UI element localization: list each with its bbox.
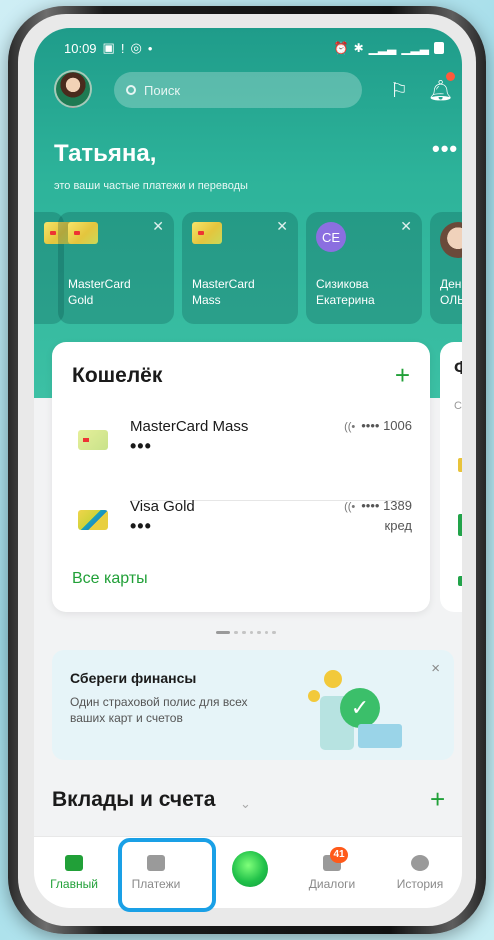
quick-tile-mastercard-gold[interactable]: ✕ MasterCard Gold — [58, 212, 174, 324]
nfc-icon: ((• — [344, 501, 356, 513]
card-number: ((• •••• 1389 — [344, 498, 412, 513]
home-icon — [65, 855, 83, 871]
card-number-text: •••• 1006 — [361, 418, 412, 433]
signal2-icon: ▁▂▃ — [401, 41, 429, 55]
flag-icon[interactable]: ⚐ — [390, 78, 408, 103]
alarm-icon: ⏰ — [333, 41, 349, 55]
card-number-text: •••• 1389 — [361, 498, 412, 513]
card-balance-hidden: ••• — [130, 516, 152, 536]
nav-history-label: История — [396, 877, 444, 891]
contact-photo — [440, 222, 462, 258]
quick-tile-contact[interactable]: ✕ СЕ Сизикова Екатерина — [306, 212, 422, 324]
tile-title: MasterCard Gold — [68, 277, 131, 307]
promo-text: Один страховой полис для всех ваших карт… — [70, 695, 248, 725]
tile-title: MasterCard Mass — [192, 277, 255, 307]
all-cards-link[interactable]: Все карты — [72, 570, 148, 588]
whatsapp-icon: ◎ — [130, 40, 142, 55]
search-icon — [126, 85, 136, 95]
visa-card-icon — [78, 510, 108, 530]
card-row-mastercard-mass[interactable]: MasterCard Mass ••• ((• •••• 1006 — [72, 412, 412, 474]
tile-title: Ден ОЛЬ — [440, 277, 462, 307]
card-icon — [192, 222, 222, 244]
signal-icon: ▁▂▃ — [368, 41, 397, 55]
insurance-illustration: ✓ — [302, 668, 402, 752]
nav-dialogs-label: Диалоги — [308, 877, 356, 891]
add-deposit-button[interactable]: + — [430, 784, 445, 815]
card-balance-hidden: ••• — [130, 436, 152, 456]
card-name: MasterCard Mass — [130, 418, 249, 435]
card-row-visa-gold[interactable]: Visa Gold ••• ((• •••• 1389 кред — [72, 492, 412, 554]
quick-tile-mastercard-mass[interactable]: ✕ MasterCard Mass — [182, 212, 298, 324]
battery-icon — [434, 42, 444, 54]
next-widget-peek[interactable] — [440, 342, 462, 612]
notification-icon: ! — [120, 40, 125, 56]
dialogs-badge: 41 — [330, 847, 348, 863]
quick-tile-partial-right[interactable]: Ден ОЛЬ — [430, 212, 462, 324]
check-shield-icon: ✓ — [340, 688, 380, 728]
greeting-title: Татьяна, — [54, 140, 157, 167]
contact-initials: СЕ — [316, 222, 346, 252]
deposits-title[interactable]: Вклады и счета — [52, 788, 216, 812]
card-number: ((• •••• 1006 — [344, 418, 412, 433]
status-bar: 10:09 ▣ ! ◎ • ⏰ ✱ ▁▂▃ ▁▂▃ — [64, 38, 444, 58]
bell-icon[interactable]: 🔔︎ — [428, 78, 453, 103]
search-input[interactable]: Поиск — [114, 72, 362, 108]
nav-history[interactable]: История — [380, 837, 460, 908]
wallet-title: Кошелёк — [72, 364, 163, 387]
wallet-card: Кошелёк + MasterCard Mass ••• ((• •••• 10… — [52, 342, 430, 612]
history-icon — [411, 855, 429, 871]
gallery-icon: ▣ — [102, 40, 115, 55]
dot-icon: • — [147, 40, 153, 56]
nav-home[interactable]: Главный — [34, 837, 114, 908]
bottom-navigation: Главный Платежи Диалоги 41 История — [34, 836, 462, 908]
peek-title: Ф — [454, 358, 462, 378]
add-card-button[interactable]: + — [395, 360, 410, 391]
close-icon[interactable]: × — [431, 660, 440, 677]
page-indicator — [216, 630, 276, 634]
greeting-subtitle: это ваши частые платежи и переводы — [54, 180, 248, 192]
close-icon[interactable]: ✕ — [276, 218, 288, 235]
credit-label: кред — [384, 518, 412, 533]
nfc-icon: ((• — [344, 421, 356, 433]
payments-highlight-box — [118, 838, 216, 912]
peek-marker — [458, 458, 462, 472]
card-icon — [68, 222, 98, 244]
card-name: Visa Gold — [130, 498, 195, 515]
chevron-down-icon[interactable]: ⌄ — [240, 796, 251, 812]
avatar[interactable] — [54, 70, 92, 108]
search-placeholder: Поиск — [144, 82, 181, 98]
assistant-button[interactable] — [232, 851, 268, 887]
app-screen: 10:09 ▣ ! ◎ • ⏰ ✱ ▁▂▃ ▁▂▃ Поиск ⚐ 🔔︎ Тат… — [34, 28, 462, 908]
close-icon[interactable]: ✕ — [400, 218, 412, 235]
close-icon[interactable]: ✕ — [152, 218, 164, 235]
status-time: 10:09 — [64, 40, 97, 56]
bluetooth-icon: ✱ — [353, 41, 364, 55]
more-button[interactable]: ••• — [432, 136, 458, 162]
peek-marker — [458, 514, 462, 536]
mastercard-icon — [78, 430, 108, 450]
promo-title: Сбереги финансы — [70, 670, 197, 686]
peek-marker — [458, 576, 462, 586]
nav-dialogs[interactable]: Диалоги — [292, 837, 372, 908]
tile-title: Сизикова Екатерина — [316, 277, 375, 307]
nav-home-label: Главный — [50, 877, 98, 891]
peek-subtitle: С — [454, 400, 462, 412]
notification-dot — [446, 72, 455, 81]
promo-banner[interactable]: Сбереги финансы Один страховой полис для… — [52, 650, 454, 760]
